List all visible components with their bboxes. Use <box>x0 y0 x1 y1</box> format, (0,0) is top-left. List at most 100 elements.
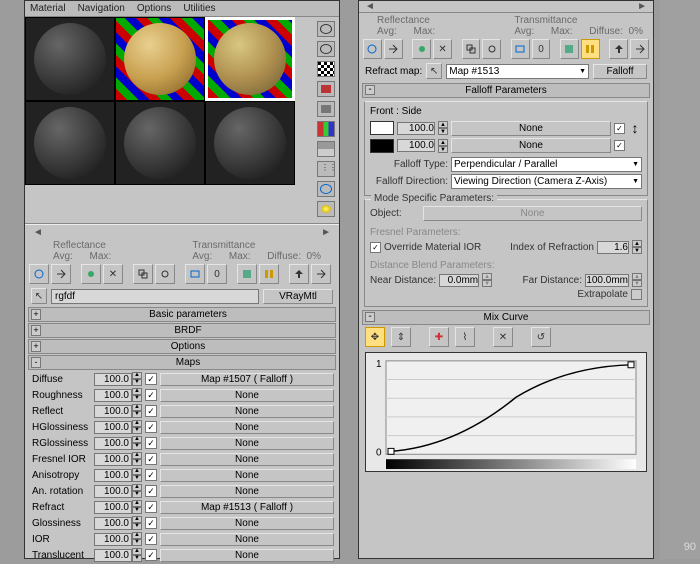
rollup-options[interactable]: +Options <box>28 339 336 354</box>
map-slot-button[interactable]: None <box>160 389 334 402</box>
material-slot[interactable] <box>25 17 115 101</box>
make-unique-icon[interactable] <box>482 39 501 59</box>
make-copy-icon[interactable] <box>462 39 481 59</box>
menu-options[interactable]: Options <box>137 3 171 14</box>
reset-curve-icon[interactable]: ↺ <box>531 327 551 347</box>
swap-icon[interactable]: ↕ <box>628 120 642 136</box>
map-slot-button[interactable]: None <box>160 469 334 482</box>
map-slot-button[interactable]: None <box>160 453 334 466</box>
map-slot-button[interactable]: None <box>160 485 334 498</box>
spinner-buttons[interactable]: ▲▼ <box>132 500 142 514</box>
map-amount-spinner[interactable] <box>94 405 132 418</box>
go-forward-icon[interactable] <box>630 39 649 59</box>
map-slot-button[interactable]: None <box>160 405 334 418</box>
map-enable-check[interactable]: ✓ <box>145 373 157 385</box>
map-amount-spinner[interactable] <box>94 421 132 434</box>
side-map-check[interactable]: ✓ <box>614 140 625 151</box>
material-slot-selected[interactable] <box>205 17 295 101</box>
show-map-icon[interactable] <box>237 264 257 284</box>
spinner-buttons[interactable]: ▲▼ <box>132 484 142 498</box>
show-map-icon[interactable] <box>560 39 579 59</box>
map-amount-spinner[interactable] <box>94 373 132 386</box>
assign-icon[interactable] <box>412 39 431 59</box>
lamp-icon[interactable] <box>317 201 335 217</box>
material-slot[interactable] <box>205 101 295 185</box>
rollup-brdf[interactable]: +BRDF <box>28 323 336 338</box>
map-enable-check[interactable]: ✓ <box>145 533 157 545</box>
go-parent-icon[interactable] <box>609 39 628 59</box>
map-enable-check[interactable]: ✓ <box>145 437 157 449</box>
assign-icon[interactable] <box>81 264 101 284</box>
spinner-buttons[interactable]: ▲▼ <box>132 436 142 450</box>
falloff-direction-select[interactable]: Viewing Direction (Camera Z-Axis) <box>451 174 642 189</box>
backlight-icon[interactable] <box>317 41 335 57</box>
put-to-scene-icon[interactable] <box>51 264 71 284</box>
spinner-buttons[interactable]: ▲▼ <box>132 548 142 562</box>
sample-type-icon[interactable] <box>317 21 335 37</box>
map-amount-spinner[interactable] <box>94 517 132 530</box>
side-map-button[interactable]: None <box>451 138 611 153</box>
mix-curve-header[interactable]: -Mix Curve <box>362 310 650 325</box>
map-slot-button[interactable]: None <box>160 421 334 434</box>
ior-spinner[interactable] <box>597 241 629 254</box>
front-color-well[interactable] <box>370 121 394 135</box>
map-enable-check[interactable]: ✓ <box>145 549 157 561</box>
rollup-maps[interactable]: -Maps <box>28 355 336 370</box>
make-unique-icon[interactable] <box>155 264 175 284</box>
map-slot-button[interactable]: None <box>160 533 334 546</box>
map-amount-spinner[interactable] <box>94 469 132 482</box>
material-map-nav-icon[interactable] <box>317 181 335 197</box>
material-name-input[interactable] <box>51 289 259 304</box>
effects-icon[interactable]: 0 <box>532 39 551 59</box>
video-color-icon[interactable] <box>317 101 335 117</box>
map-slot-button[interactable]: None <box>160 549 334 562</box>
map-enable-check[interactable]: ✓ <box>145 405 157 417</box>
map-enable-check[interactable]: ✓ <box>145 389 157 401</box>
menu-material[interactable]: Material <box>30 3 66 14</box>
map-amount-spinner[interactable] <box>94 533 132 546</box>
side-amount-spinner[interactable] <box>397 139 435 152</box>
spinner-buttons[interactable]: ▲▼ <box>132 516 142 530</box>
spinner-buttons[interactable]: ▲▼ <box>132 532 142 546</box>
map-slot-button[interactable]: None <box>160 437 334 450</box>
material-slot[interactable] <box>115 101 205 185</box>
get-material-icon[interactable] <box>29 264 49 284</box>
map-amount-spinner[interactable] <box>94 437 132 450</box>
sample-uv-icon[interactable] <box>317 81 335 97</box>
make-preview-icon[interactable] <box>317 121 335 137</box>
map-enable-check[interactable]: ✓ <box>145 501 157 513</box>
add-point-icon[interactable]: ✚ <box>429 327 449 347</box>
map-enable-check[interactable]: ✓ <box>145 453 157 465</box>
pick-icon[interactable]: ↖ <box>426 63 442 79</box>
map-slot-button[interactable]: None <box>160 517 334 530</box>
map-slot-button[interactable]: Map #1513 ( Falloff ) <box>160 501 334 514</box>
falloff-parameters-header[interactable]: -Falloff Parameters <box>362 83 650 98</box>
menu-navigation[interactable]: Navigation <box>78 3 125 14</box>
spinner-buttons[interactable]: ▲▼ <box>132 468 142 482</box>
delete-point-icon[interactable]: ✕ <box>493 327 513 347</box>
falloff-type-select[interactable]: Perpendicular / Parallel <box>451 157 642 172</box>
override-ior-check[interactable]: ✓ <box>370 242 381 253</box>
side-color-well[interactable] <box>370 139 394 153</box>
front-amount-spinner[interactable] <box>397 122 435 135</box>
spinner-buttons[interactable]: ▲▼ <box>132 388 142 402</box>
pick-icon[interactable]: ↖ <box>31 288 47 304</box>
put-library-icon[interactable] <box>511 39 530 59</box>
material-type-button[interactable]: VRayMtl <box>263 289 333 304</box>
put-to-scene-icon[interactable] <box>384 39 403 59</box>
go-parent-icon[interactable] <box>289 264 309 284</box>
mix-curve-graph[interactable]: 1 0 <box>365 352 647 472</box>
map-enable-check[interactable]: ✓ <box>145 421 157 433</box>
map-amount-spinner[interactable] <box>94 485 132 498</box>
spinner-buttons[interactable]: ▲▼ <box>132 452 142 466</box>
map-enable-check[interactable]: ✓ <box>145 517 157 529</box>
spinner-buttons[interactable]: ▲▼ <box>132 420 142 434</box>
scale-icon[interactable]: ⇕ <box>391 327 411 347</box>
material-slot[interactable] <box>115 17 205 101</box>
map-slot-button[interactable]: Map #1507 ( Falloff ) <box>160 373 334 386</box>
reset-icon[interactable]: ✕ <box>433 39 452 59</box>
effects-icon[interactable]: 0 <box>207 264 227 284</box>
make-copy-icon[interactable] <box>133 264 153 284</box>
map-amount-spinner[interactable] <box>94 549 132 562</box>
front-map-check[interactable]: ✓ <box>614 123 625 134</box>
